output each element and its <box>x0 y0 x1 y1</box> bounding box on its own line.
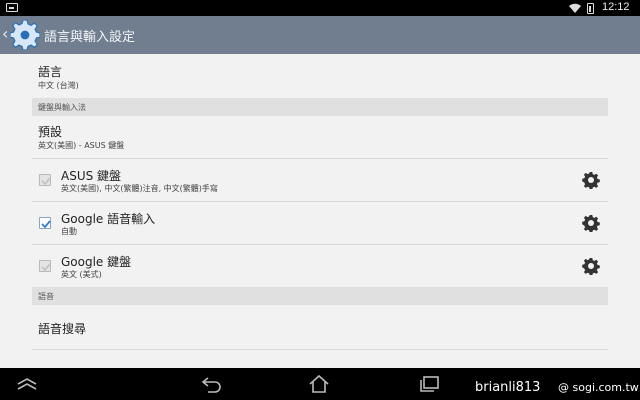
google-keyboard-settings-gear-icon[interactable] <box>582 257 600 275</box>
voice-search-title: 語音搜尋 <box>38 322 87 336</box>
keyboard-section-header: 鍵盤與輸入法 <box>32 98 608 116</box>
google-voice-subtitle: 自動 <box>61 227 77 236</box>
input-method-row-asus[interactable]: ASUS 鍵盤 英文(美國), 中文(繁體)注音, 中文(繁體)手寫 <box>32 159 608 201</box>
screenshot-icon <box>6 3 18 12</box>
page-title: 語言與輸入設定 <box>44 30 136 45</box>
asus-keyboard-checkbox[interactable] <box>39 174 51 186</box>
status-time: 12:12 <box>602 1 630 13</box>
google-keyboard-checkbox[interactable] <box>39 260 51 272</box>
input-method-row-google-keyboard[interactable]: Google 鍵盤 英文 (美式) <box>32 245 608 287</box>
voice-search-row[interactable]: 語音搜尋 <box>32 305 608 349</box>
recent-apps-icon[interactable] <box>418 375 440 393</box>
default-keyboard-row[interactable]: 預設 英文(美國) - ASUS 鍵盤 <box>32 116 608 158</box>
divider <box>32 349 608 350</box>
settings-list: 語言 中文 (台灣) 鍵盤與輸入法 預設 英文(美國) - ASUS 鍵盤 AS… <box>32 54 608 368</box>
home-icon[interactable] <box>308 374 330 394</box>
watermark-user: brianli813 <box>475 380 541 395</box>
language-title: 語言 <box>38 65 63 79</box>
default-keyboard-title: 預設 <box>38 125 63 139</box>
navigation-bar <box>0 368 640 400</box>
action-bar: ‹ 語言與輸入設定 <box>0 16 640 54</box>
google-voice-checkbox[interactable] <box>39 217 51 229</box>
watermark-site: @ sogi.com.tw <box>558 381 639 394</box>
asus-keyboard-subtitle: 英文(美國), 中文(繁體)注音, 中文(繁體)手寫 <box>61 184 218 193</box>
asus-keyboard-settings-gear-icon[interactable] <box>582 171 600 189</box>
up-navigation-icon[interactable]: ‹ <box>2 26 8 42</box>
google-keyboard-title: Google 鍵盤 <box>61 255 132 269</box>
settings-gear-icon[interactable] <box>10 20 40 50</box>
status-bar: 12:12 <box>0 0 640 16</box>
speech-section-label: 語音 <box>38 292 54 301</box>
google-voice-settings-gear-icon[interactable] <box>582 214 600 232</box>
speech-section-header: 語音 <box>32 287 608 305</box>
google-keyboard-subtitle: 英文 (美式) <box>61 270 102 279</box>
collapse-icon[interactable] <box>16 377 38 391</box>
asus-keyboard-title: ASUS 鍵盤 <box>61 169 122 183</box>
back-icon[interactable] <box>200 375 224 393</box>
input-method-row-google-voice[interactable]: Google 語音輸入 自動 <box>32 202 608 244</box>
language-row[interactable]: 語言 中文 (台灣) <box>32 54 608 98</box>
wifi-icon <box>569 3 581 13</box>
default-keyboard-value: 英文(美國) - ASUS 鍵盤 <box>38 141 125 150</box>
keyboard-section-label: 鍵盤與輸入法 <box>38 103 86 112</box>
battery-icon <box>587 3 594 14</box>
google-voice-title: Google 語音輸入 <box>61 212 156 226</box>
language-value: 中文 (台灣) <box>38 81 79 90</box>
